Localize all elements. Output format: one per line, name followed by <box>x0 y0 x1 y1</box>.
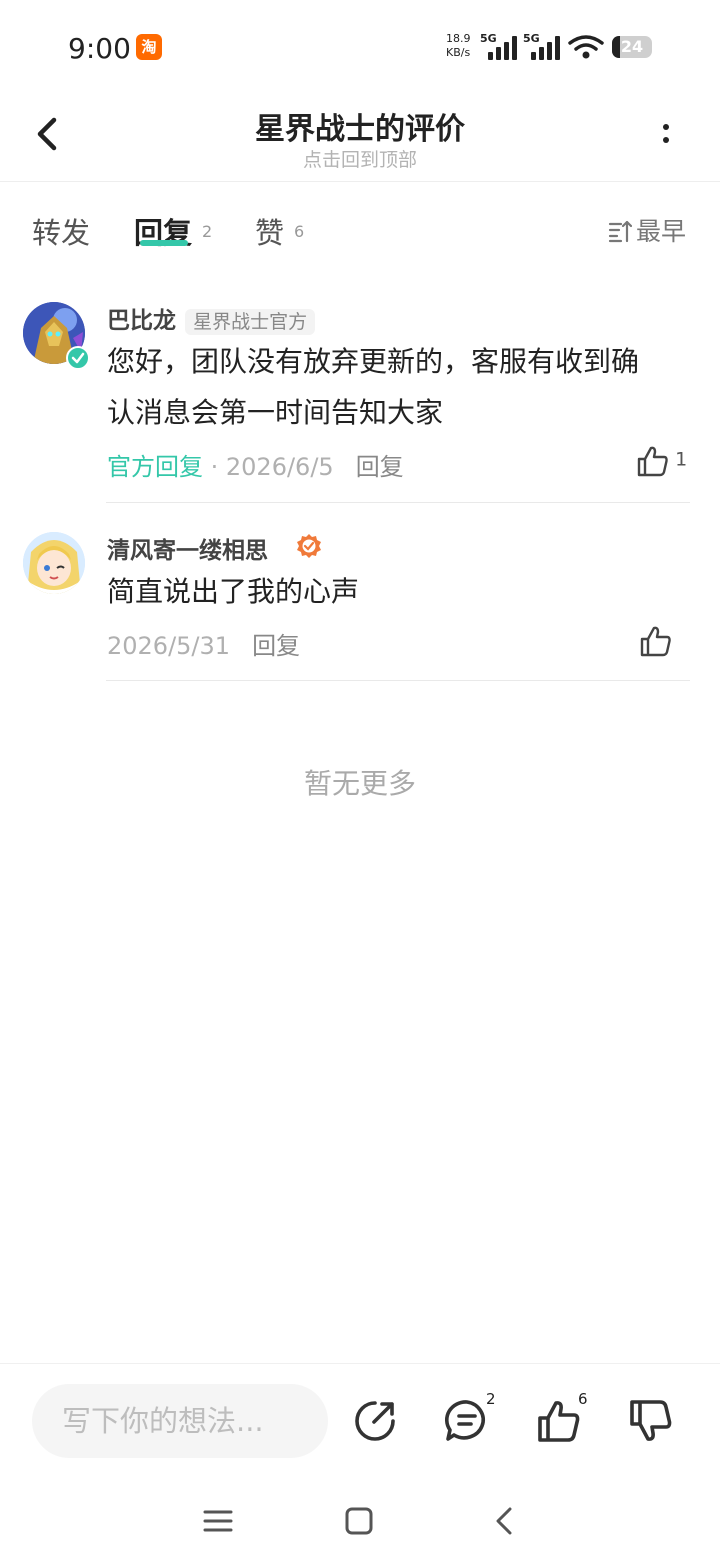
tab-likes[interactable]: 赞6 <box>255 210 304 252</box>
comment-divider <box>106 502 690 503</box>
page-title[interactable]: 星界战士的评价 <box>0 104 720 148</box>
thumbs-up-icon <box>637 446 668 477</box>
sort-order-button[interactable]: 最早 <box>608 212 686 248</box>
sort-label: 最早 <box>636 217 687 246</box>
battery-level: 24 <box>620 37 644 56</box>
network-speed: 18.9 KB/s <box>446 32 471 60</box>
comment-count: 2 <box>486 1390 496 1408</box>
comment-text: 您好，团队没有放弃更新的，客服有收到确 认消息会第一时间告知大家 <box>107 336 697 438</box>
no-more-content-label: 暂无更多 <box>303 767 416 800</box>
verified-badge-icon <box>66 346 90 370</box>
like-icon[interactable] <box>536 1398 582 1444</box>
tab-likes-count: 6 <box>294 222 305 241</box>
tab-replies-count: 2 <box>202 222 213 241</box>
comment-author-line: 清风寄一缕相思 <box>107 531 268 565</box>
battery-icon: 24 <box>612 36 652 58</box>
comment-author-name[interactable]: 清风寄一缕相思 <box>107 538 268 564</box>
comment-author-line: 巴比龙 星界战士官方 <box>107 301 316 335</box>
comment-text: 简直说出了我的心声 <box>107 575 360 608</box>
menu-nav-icon[interactable] <box>203 1506 233 1536</box>
official-reply-label: 官方回复 <box>107 453 203 481</box>
comment-text-line-1: 您好，团队没有放弃更新的，客服有收到确 <box>107 345 640 378</box>
header-divider <box>0 181 720 182</box>
thumbs-up-icon <box>640 626 671 657</box>
comment-text-line-2: 认消息会第一时间告知大家 <box>107 396 444 429</box>
comment-meta: 官方回复 · 2026/6/5 回复 <box>107 447 404 482</box>
bottom-bar-divider <box>0 1363 720 1364</box>
comment-author-name[interactable]: 巴比龙 <box>107 308 176 334</box>
wifi-icon <box>568 35 604 59</box>
tab-forward[interactable]: 转发 <box>32 210 90 252</box>
signal-type-label-2: 5G <box>523 32 540 45</box>
avatar-image <box>23 532 85 594</box>
comment-like-button[interactable] <box>639 624 673 662</box>
back-nav-icon[interactable] <box>490 1506 520 1536</box>
taobao-app-icon: 淘 <box>136 34 162 60</box>
share-icon[interactable] <box>352 1398 398 1444</box>
status-time: 9:00 <box>68 32 131 65</box>
reply-button[interactable]: 回复 <box>356 453 404 481</box>
network-speed-value: 18.9 <box>446 32 471 45</box>
comment-input[interactable]: 写下你的想法... <box>32 1384 328 1458</box>
network-speed-unit: KB/s <box>446 46 471 59</box>
signal-type-label: 5G <box>480 32 497 45</box>
comment-date: 2026/5/31 <box>107 632 231 660</box>
comment-icon[interactable] <box>444 1398 490 1444</box>
signal-strength-icon: 5G <box>480 32 520 60</box>
avatar[interactable] <box>23 532 85 594</box>
dislike-icon[interactable] <box>628 1398 674 1444</box>
scroll-to-top-hint[interactable]: 点击回到顶部 <box>0 145 720 172</box>
like-count: 6 <box>578 1390 588 1408</box>
comment-like-button[interactable]: 1 <box>636 444 687 478</box>
reply-button[interactable]: 回复 <box>252 632 300 660</box>
meta-separator: · <box>203 453 226 481</box>
tab-likes-label: 赞 <box>255 216 285 250</box>
active-tab-indicator <box>140 240 188 246</box>
official-account-tag: 星界战士官方 <box>185 309 316 335</box>
home-nav-icon[interactable] <box>344 1506 374 1536</box>
signal-strength-icon-2: 5G <box>523 32 563 60</box>
tab-forward-label: 转发 <box>32 216 91 250</box>
more-options-icon[interactable] <box>650 118 680 152</box>
sort-icon <box>608 220 633 243</box>
comment-divider <box>106 680 690 681</box>
comment-meta: 2026/5/31 回复 <box>107 626 300 661</box>
level-badge-icon <box>297 534 321 558</box>
comment-like-count: 1 <box>675 448 688 471</box>
comment-date: 2026/6/5 <box>225 453 334 481</box>
